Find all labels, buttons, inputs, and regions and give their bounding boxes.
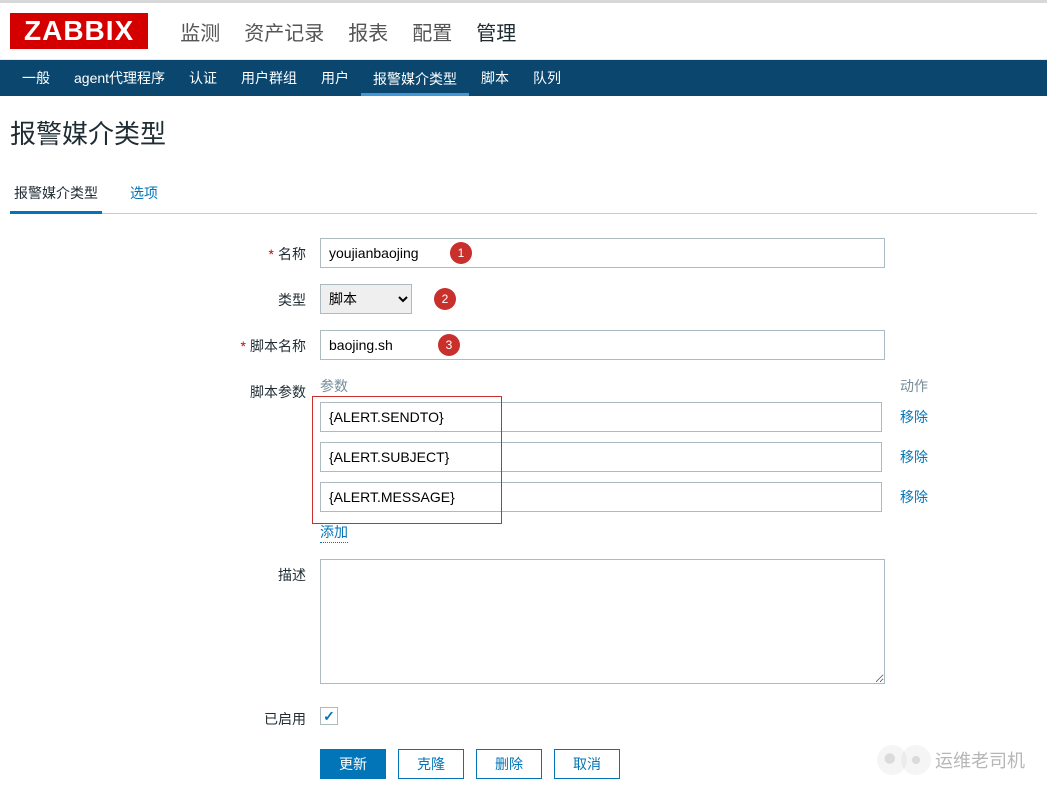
name-input[interactable] bbox=[320, 238, 885, 268]
label-script-params: 脚本参数 bbox=[250, 384, 306, 400]
sub-nav-item[interactable]: 队列 bbox=[521, 60, 573, 96]
logo: ZABBIX bbox=[10, 13, 148, 49]
param-input[interactable] bbox=[320, 482, 882, 512]
page-title: 报警媒介类型 bbox=[0, 96, 1047, 175]
add-param-link[interactable]: 添加 bbox=[320, 522, 348, 543]
row-enabled: 已启用 ✓ bbox=[10, 703, 1037, 729]
remove-link[interactable]: 移除 bbox=[900, 447, 940, 467]
remove-link[interactable]: 移除 bbox=[900, 407, 940, 427]
param-row: 移除 bbox=[320, 402, 940, 432]
tab[interactable]: 报警媒介类型 bbox=[10, 175, 102, 214]
row-script-params: 脚本参数 参数 动作 移除移除移除 添加 bbox=[10, 376, 1037, 543]
params-header-right: 动作 bbox=[900, 376, 940, 396]
params-list: 移除移除移除 bbox=[320, 402, 940, 512]
param-input[interactable] bbox=[320, 442, 882, 472]
required-mark: * bbox=[269, 246, 274, 262]
row-script-name: *脚本名称 3 bbox=[10, 330, 1037, 360]
update-button[interactable]: 更新 bbox=[320, 749, 386, 779]
badge-3: 3 bbox=[438, 334, 460, 356]
params-header-left: 参数 bbox=[320, 376, 900, 396]
form: *名称 1 类型 脚本 2 *脚本名称 3 脚本参数 bbox=[10, 214, 1037, 779]
label-name: 名称 bbox=[278, 246, 306, 262]
sub-nav-item[interactable]: 认证 bbox=[177, 60, 229, 96]
delete-button[interactable]: 删除 bbox=[476, 749, 542, 779]
tabs: 报警媒介类型选项 bbox=[10, 175, 1037, 214]
sub-nav-item[interactable]: 用户 bbox=[309, 60, 361, 96]
watermark-text: 运维老司机 bbox=[935, 747, 1025, 773]
label-script-name: 脚本名称 bbox=[250, 338, 306, 354]
badge-2: 2 bbox=[434, 288, 456, 310]
badge-1: 1 bbox=[450, 242, 472, 264]
row-type: 类型 脚本 2 bbox=[10, 284, 1037, 314]
script-name-input[interactable] bbox=[320, 330, 885, 360]
type-select[interactable]: 脚本 bbox=[320, 284, 412, 314]
label-description: 描述 bbox=[278, 567, 306, 583]
content: 报警媒介类型选项 *名称 1 类型 脚本 2 *脚本名称 3 脚本参数 bbox=[0, 175, 1047, 779]
cancel-button[interactable]: 取消 bbox=[554, 749, 620, 779]
description-textarea[interactable] bbox=[320, 559, 885, 684]
sub-nav-item[interactable]: 用户群组 bbox=[229, 60, 309, 96]
sub-nav-item[interactable]: 报警媒介类型 bbox=[361, 60, 469, 96]
watermark: 运维老司机 bbox=[877, 745, 1025, 775]
remove-link[interactable]: 移除 bbox=[900, 487, 940, 507]
sub-nav-item[interactable]: agent代理程序 bbox=[62, 60, 177, 96]
sub-nav-item[interactable]: 一般 bbox=[10, 60, 62, 96]
label-type: 类型 bbox=[278, 292, 306, 308]
top-menu: 监测资产记录报表配置管理 bbox=[168, 17, 528, 46]
row-name: *名称 1 bbox=[10, 238, 1037, 268]
top-menu-item[interactable]: 监测 bbox=[168, 17, 232, 46]
wechat-icon bbox=[901, 745, 931, 775]
check-icon: ✓ bbox=[323, 708, 335, 725]
sub-nav: 一般agent代理程序认证用户群组用户报警媒介类型脚本队列 bbox=[0, 60, 1047, 96]
top-nav: ZABBIX 监测资产记录报表配置管理 bbox=[0, 0, 1047, 60]
enabled-checkbox[interactable]: ✓ bbox=[320, 707, 338, 725]
clone-button[interactable]: 克隆 bbox=[398, 749, 464, 779]
top-menu-item[interactable]: 报表 bbox=[336, 17, 400, 46]
sub-nav-item[interactable]: 脚本 bbox=[469, 60, 521, 96]
row-description: 描述 bbox=[10, 559, 1037, 687]
param-row: 移除 bbox=[320, 482, 940, 512]
param-row: 移除 bbox=[320, 442, 940, 472]
label-enabled: 已启用 bbox=[264, 711, 306, 727]
required-mark: * bbox=[241, 338, 246, 354]
top-menu-item[interactable]: 配置 bbox=[400, 17, 464, 46]
top-menu-item[interactable]: 资产记录 bbox=[232, 17, 336, 46]
tab[interactable]: 选项 bbox=[126, 175, 162, 213]
param-input[interactable] bbox=[320, 402, 882, 432]
top-menu-item[interactable]: 管理 bbox=[464, 17, 528, 46]
